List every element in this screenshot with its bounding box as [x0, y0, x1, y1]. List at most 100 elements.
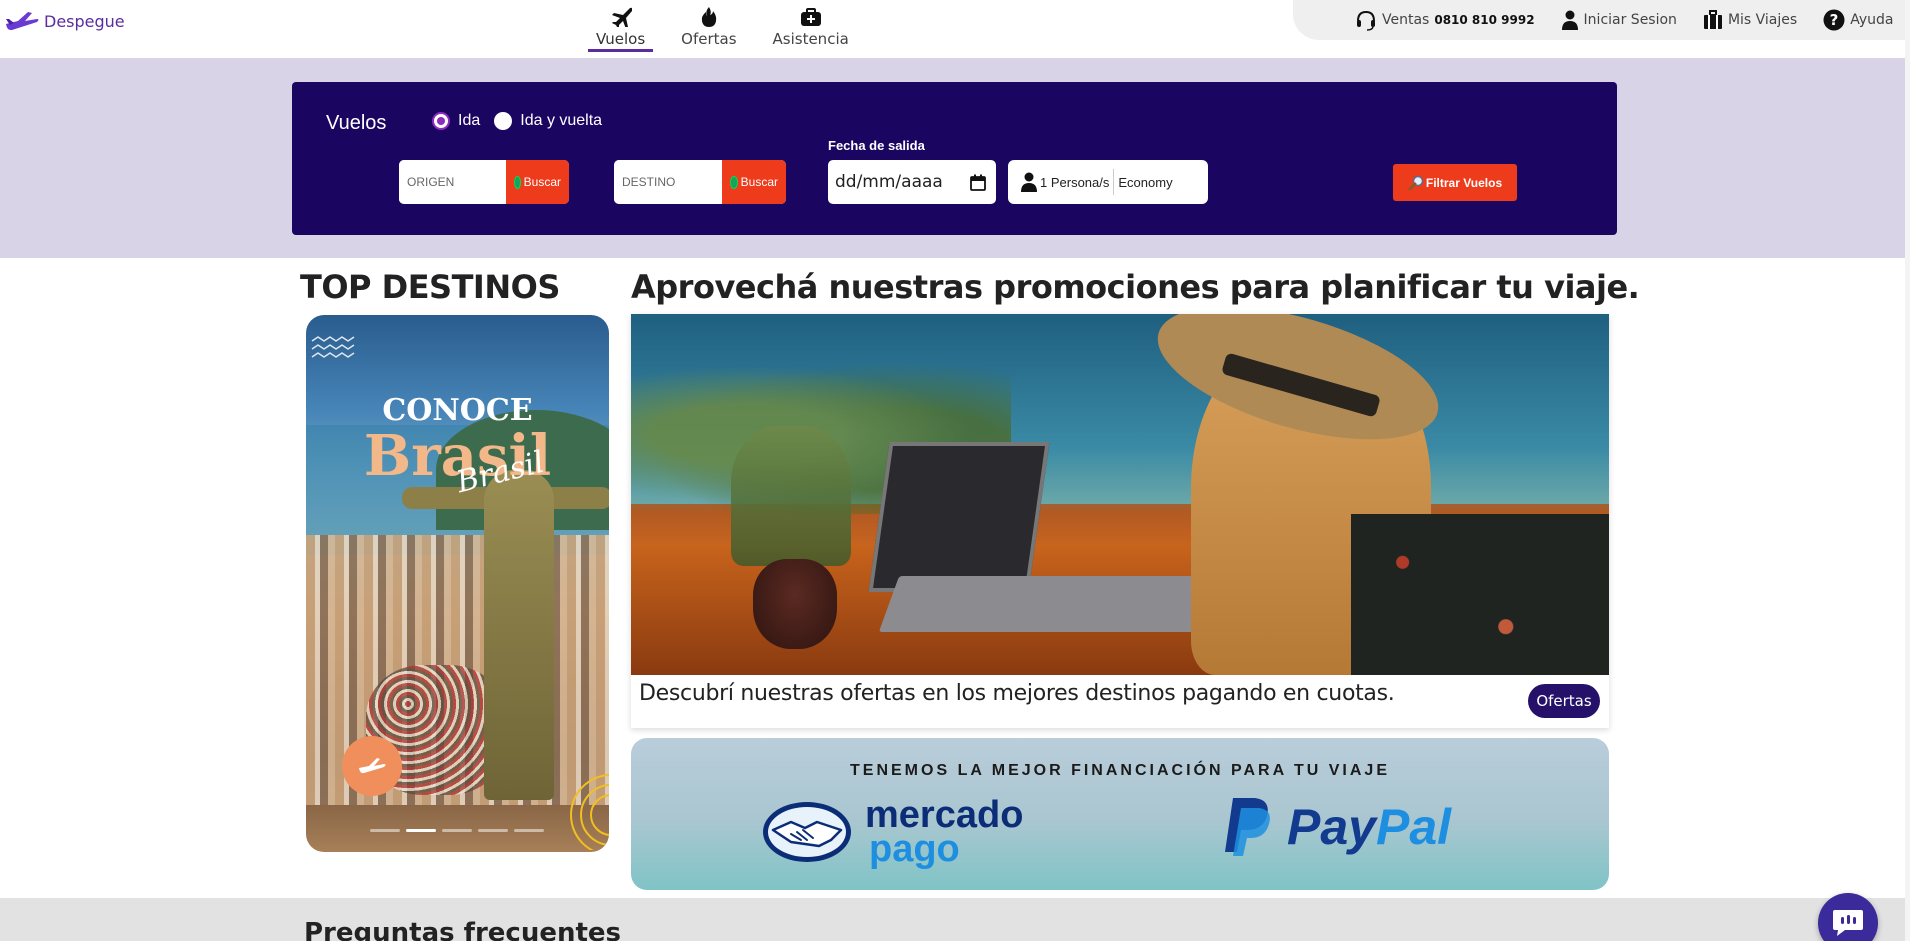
- brand-name: Despegue: [44, 11, 125, 31]
- my-trips-label: Mis Viajes: [1727, 12, 1798, 28]
- first-aid-icon: [800, 4, 822, 30]
- tab-ofertas-label: Ofertas: [681, 30, 737, 48]
- tab-ofertas[interactable]: Ofertas: [673, 4, 744, 52]
- login-label: Iniciar Sesion: [1583, 12, 1677, 28]
- date-label: Fecha de salida: [828, 138, 925, 153]
- destination-field: Buscar: [614, 160, 786, 204]
- paypal-word-a: Pay: [1287, 799, 1376, 855]
- faq-section: Preguntas frecuentes: [0, 898, 1910, 941]
- paypal-word-b: Pal: [1375, 799, 1452, 855]
- svg-text:?: ?: [1830, 11, 1839, 29]
- suitcase-icon: [1703, 10, 1722, 29]
- calendar-icon[interactable]: [970, 174, 986, 191]
- plane-badge-icon: [359, 758, 386, 774]
- person-icon: [1021, 172, 1037, 192]
- destination-search-label: Buscar: [740, 175, 778, 189]
- despegue-badge: [342, 736, 402, 796]
- search-title: Vuelos: [326, 112, 387, 134]
- promo-pot: [753, 559, 837, 649]
- destination-search-button[interactable]: Buscar: [722, 160, 786, 204]
- origin-search-label: Buscar: [523, 175, 561, 189]
- flame-icon: [701, 4, 717, 30]
- sales-phone-number: 0810 810 9992: [1434, 13, 1535, 27]
- tab-asistencia[interactable]: Asistencia: [765, 4, 857, 52]
- cabin-class: Economy: [1118, 174, 1173, 190]
- chat-icon: [1833, 910, 1863, 936]
- passengers-count: 1 Persona/s: [1040, 174, 1110, 190]
- flight-search-panel: Vuelos Ida Ida y vuelta Buscar: [292, 82, 1617, 235]
- financing-banner: TENEMOS LA MEJOR FINANCIACIÓN PARA TU VI…: [631, 738, 1609, 890]
- utility-bar: Ventas 0810 810 9992 Iniciar Sesion Mis …: [1293, 0, 1910, 40]
- paypal-icon: [1225, 798, 1270, 856]
- help-icon: ?: [1823, 9, 1845, 31]
- carousel-indicators: [370, 829, 544, 832]
- mercado-pago-text: mercado pago: [865, 796, 1023, 870]
- tab-vuelos-label: Vuelos: [596, 30, 646, 48]
- departure-date-input[interactable]: dd/mm/aaaa: [828, 160, 996, 204]
- globe-icon: [514, 175, 521, 189]
- page: Despegue Vuelos Ofertas Asistencia Venta…: [0, 0, 1910, 941]
- zigzag-decoration: [311, 336, 355, 358]
- mercado-pago-logo: mercado pago: [761, 796, 1023, 870]
- plane-logo-icon: [6, 12, 39, 31]
- pago-word: pago: [869, 828, 960, 870]
- promo-image: [631, 314, 1609, 675]
- tab-vuelos[interactable]: Vuelos: [588, 4, 654, 52]
- financing-title: TENEMOS LA MEJOR FINANCIACIÓN PARA TU VI…: [850, 762, 1390, 779]
- login-link[interactable]: Iniciar Sesion: [1561, 10, 1677, 30]
- help-label: Ayuda: [1850, 12, 1894, 28]
- promo-card: Descubrí nuestras ofertas en los mejores…: [631, 314, 1609, 728]
- trip-type-group: Ida Ida y vuelta: [432, 112, 602, 130]
- sales-phone[interactable]: Ventas 0810 810 9992: [1355, 9, 1535, 31]
- rings-decoration: [570, 774, 609, 850]
- radio-ida[interactable]: [432, 112, 450, 130]
- passengers-divider: [1113, 169, 1115, 195]
- radio-ida-vuelta[interactable]: [494, 112, 513, 130]
- top-destination-carousel[interactable]: CONOCE Brasil Brasil: [306, 315, 609, 852]
- sales-label: Ventas: [1382, 12, 1430, 28]
- promo-laptop-screen: [868, 442, 1050, 592]
- globe-icon: [730, 175, 738, 189]
- faq-title: Preguntas frecuentes: [304, 918, 622, 941]
- help-link[interactable]: ? Ayuda: [1823, 9, 1893, 31]
- my-trips-link[interactable]: Mis Viajes: [1703, 10, 1797, 30]
- filter-flights-button[interactable]: Filtrar Vuelos: [1393, 164, 1517, 201]
- paypal-text: PayPal: [1287, 798, 1451, 856]
- origin-field: Buscar: [399, 160, 569, 204]
- filter-flights-label: Filtrar Vuelos: [1425, 175, 1503, 190]
- brand-logo[interactable]: Despegue: [4, 10, 125, 32]
- magnifier-icon: [1408, 175, 1424, 190]
- origin-input[interactable]: [399, 160, 506, 204]
- carousel-dot-2[interactable]: [406, 829, 436, 832]
- carousel-dot-5[interactable]: [514, 829, 544, 832]
- tab-asistencia-label: Asistencia: [772, 30, 849, 48]
- origin-search-button[interactable]: Buscar: [506, 160, 569, 204]
- promo-woman-shirt: [1351, 514, 1609, 675]
- promo-caption: Descubrí nuestras ofertas en los mejores…: [639, 681, 1395, 706]
- date-value: dd/mm/aaaa: [835, 172, 943, 192]
- handshake-icon: [763, 802, 851, 862]
- carousel-dot-1[interactable]: [370, 829, 400, 832]
- passengers-selector[interactable]: 1 Persona/s Economy: [1008, 160, 1208, 204]
- user-icon: [1561, 10, 1578, 30]
- trip-type-ida[interactable]: Ida: [432, 112, 480, 130]
- main-tabs: Vuelos Ofertas Asistencia: [588, 4, 857, 52]
- trip-type-ida-vuelta-label: Ida y vuelta: [520, 112, 603, 129]
- ofertas-button[interactable]: Ofertas: [1528, 684, 1600, 718]
- paypal-logo: PayPal: [1221, 796, 1451, 858]
- trip-type-ida-label: Ida: [458, 112, 481, 129]
- carousel-dot-4[interactable]: [478, 829, 508, 832]
- trip-type-ida-vuelta[interactable]: Ida y vuelta: [494, 112, 602, 130]
- plane-icon: [610, 4, 632, 30]
- page-scrollbar[interactable]: [1905, 0, 1910, 941]
- promo-title: Aprovechá nuestras promociones para plan…: [631, 268, 1640, 306]
- christ-statue-image: [484, 470, 554, 800]
- top-destinations-title: TOP DESTINOS: [300, 268, 560, 306]
- promo-laptop-keyboard: [878, 576, 1230, 632]
- carousel-dot-3[interactable]: [442, 829, 472, 832]
- promo-plant: [731, 426, 851, 566]
- top-navbar: Despegue Vuelos Ofertas Asistencia Venta…: [0, 0, 1910, 58]
- headset-icon: [1357, 10, 1375, 31]
- destination-input[interactable]: [614, 160, 722, 204]
- search-band: Vuelos Ida Ida y vuelta Buscar: [0, 58, 1910, 258]
